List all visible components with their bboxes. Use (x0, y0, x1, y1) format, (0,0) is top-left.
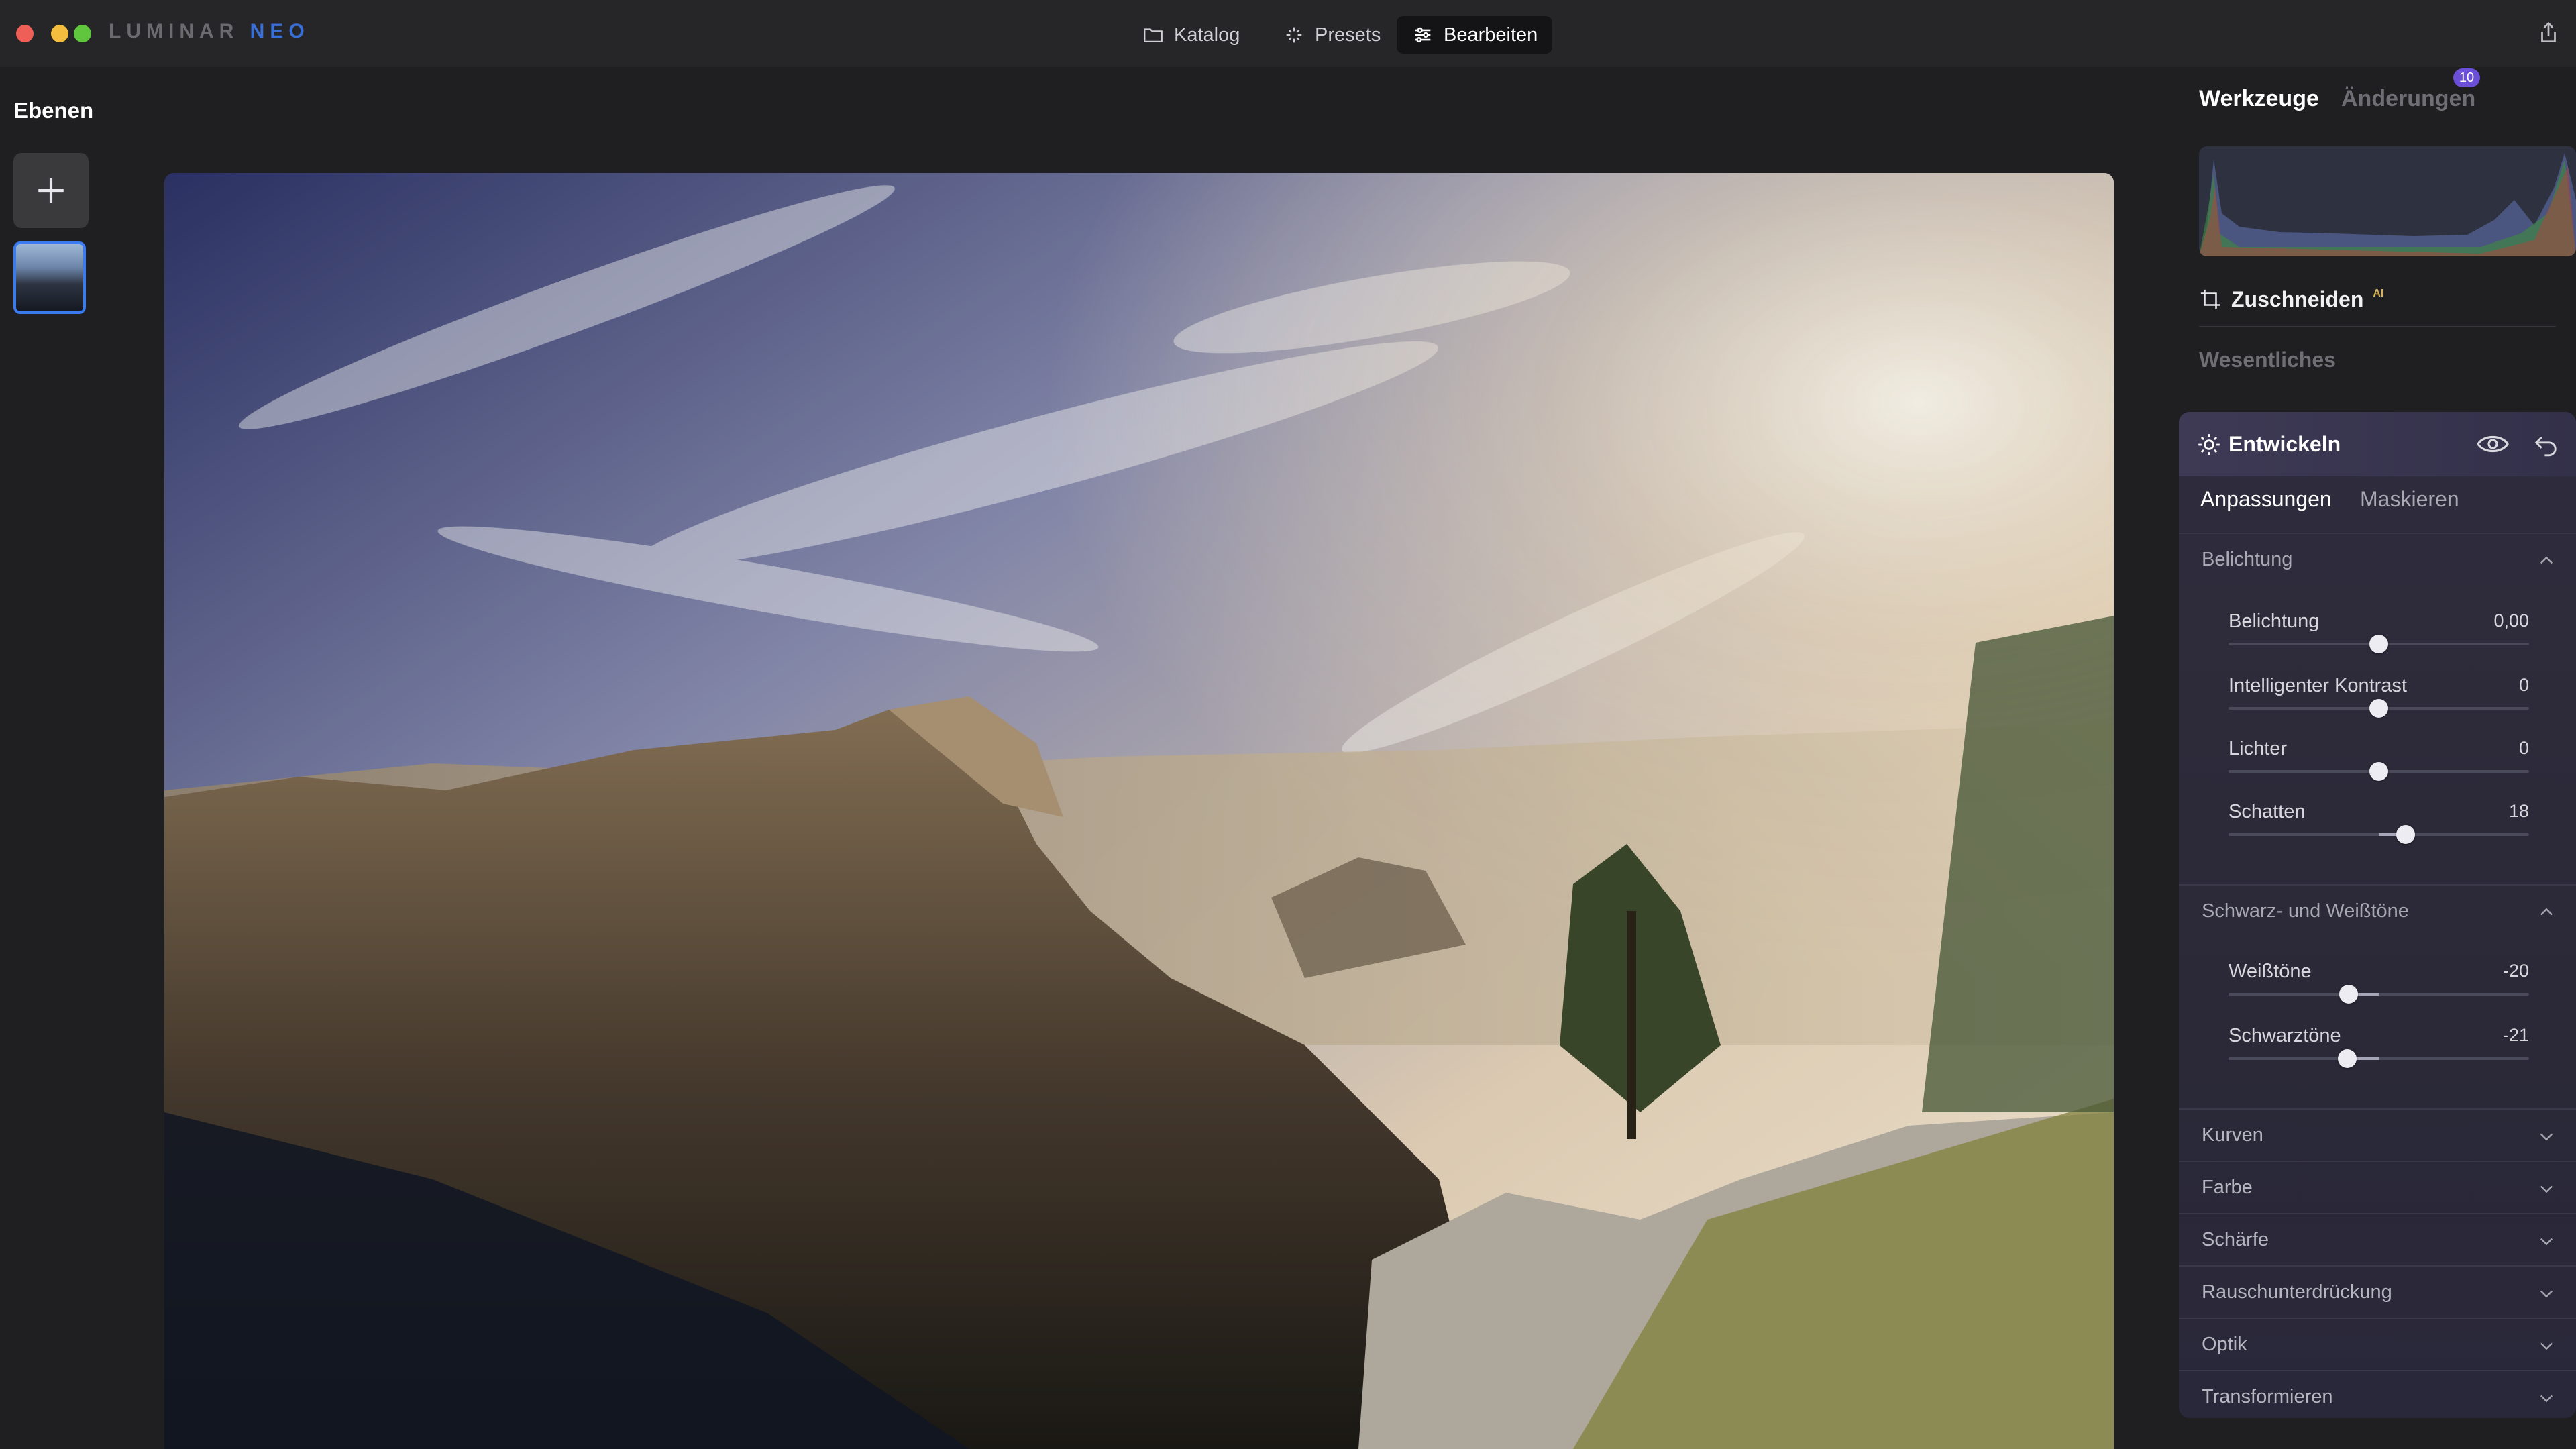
layer-thumbnail[interactable] (13, 241, 86, 314)
app-logo: LUMINAR NEO (109, 20, 310, 42)
essentials-heading: Wesentliches (2199, 347, 2336, 372)
section-noise-reduction[interactable]: Rauschunterdrückung (2179, 1265, 2576, 1318)
nav-edit[interactable]: Bearbeiten (1397, 16, 1553, 54)
slider-highlights[interactable]: Lichter 0 (2229, 738, 2529, 785)
chevron-up-icon (2540, 908, 2553, 916)
develop-tool-title: Entwickeln (2229, 432, 2341, 456)
chevron-down-icon (2540, 1133, 2553, 1141)
chevron-down-icon (2540, 1238, 2553, 1246)
slider-knob[interactable] (2369, 762, 2388, 781)
zoom-window-button[interactable] (74, 25, 91, 42)
nav-catalog[interactable]: Katalog (1127, 16, 1254, 54)
add-layer-button[interactable] (13, 153, 89, 228)
tab-adjustments[interactable]: Anpassungen (2200, 487, 2332, 512)
slider-knob[interactable] (2369, 699, 2388, 718)
tab-changes[interactable]: Änderungen (2341, 86, 2475, 112)
ai-tag: AI (2373, 288, 2384, 299)
slider-shadows[interactable]: Schatten 18 (2229, 801, 2529, 848)
minimize-window-button[interactable] (51, 25, 68, 42)
title-bar: LUMINAR NEO Katalog Presets Bearbeiten (0, 0, 2576, 67)
section-sharpness[interactable]: Schärfe (2179, 1213, 2576, 1265)
slider-smart-contrast[interactable]: Intelligenter Kontrast 0 (2229, 675, 2529, 722)
crop-icon (2200, 289, 2220, 309)
nav-presets[interactable]: Presets (1268, 16, 1395, 54)
section-blacks-whites[interactable]: Schwarz- und Weißtöne (2179, 884, 2576, 936)
sparkle-icon (1286, 27, 1302, 43)
section-optics[interactable]: Optik (2179, 1318, 2576, 1370)
chevron-down-icon (2540, 1395, 2553, 1403)
chevron-down-icon (2540, 1342, 2553, 1350)
develop-tool-header[interactable]: Entwickeln (2179, 412, 2576, 476)
changes-count-badge: 10 (2453, 68, 2480, 87)
close-window-button[interactable] (16, 25, 34, 42)
eye-icon[interactable] (2477, 431, 2509, 458)
sun-icon (2198, 434, 2220, 455)
tab-masking[interactable]: Maskieren (2360, 487, 2459, 512)
section-exposure[interactable]: Belichtung (2179, 533, 2576, 585)
slider-exposure[interactable]: Belichtung 0,00 (2229, 610, 2529, 657)
section-transform[interactable]: Transformieren (2179, 1370, 2576, 1422)
crop-tool[interactable]: Zuschneiden AI (2199, 282, 2383, 317)
section-curves[interactable]: Kurven (2179, 1108, 2576, 1161)
sliders-icon (1415, 27, 1431, 43)
share-icon[interactable] (2536, 20, 2561, 46)
section-color[interactable]: Farbe (2179, 1161, 2576, 1213)
slider-knob[interactable] (2337, 1049, 2357, 1068)
slider-blacks[interactable]: Schwarztöne -21 (2229, 1025, 2529, 1072)
histogram (2199, 146, 2576, 256)
chevron-up-icon (2540, 556, 2553, 564)
develop-tool-panel: Entwickeln Anpassungen Maskieren Belicht… (2179, 412, 2576, 1418)
tab-tools[interactable]: Werkzeuge (2199, 86, 2319, 112)
folder-icon (1144, 28, 1163, 43)
chevron-down-icon (2540, 1185, 2553, 1193)
slider-track[interactable] (2229, 993, 2529, 996)
slider-track[interactable] (2229, 1057, 2529, 1060)
slider-knob[interactable] (2339, 985, 2359, 1004)
divider (2199, 326, 2556, 327)
layers-title: Ebenen (13, 98, 94, 123)
photo-canvas[interactable] (164, 173, 2114, 1449)
plus-icon (38, 178, 64, 203)
chevron-down-icon (2540, 1290, 2553, 1298)
reset-icon[interactable] (2533, 432, 2559, 458)
slider-whites[interactable]: Weißtöne -20 (2229, 961, 2529, 1008)
slider-knob[interactable] (2396, 825, 2416, 844)
slider-knob[interactable] (2369, 635, 2388, 653)
